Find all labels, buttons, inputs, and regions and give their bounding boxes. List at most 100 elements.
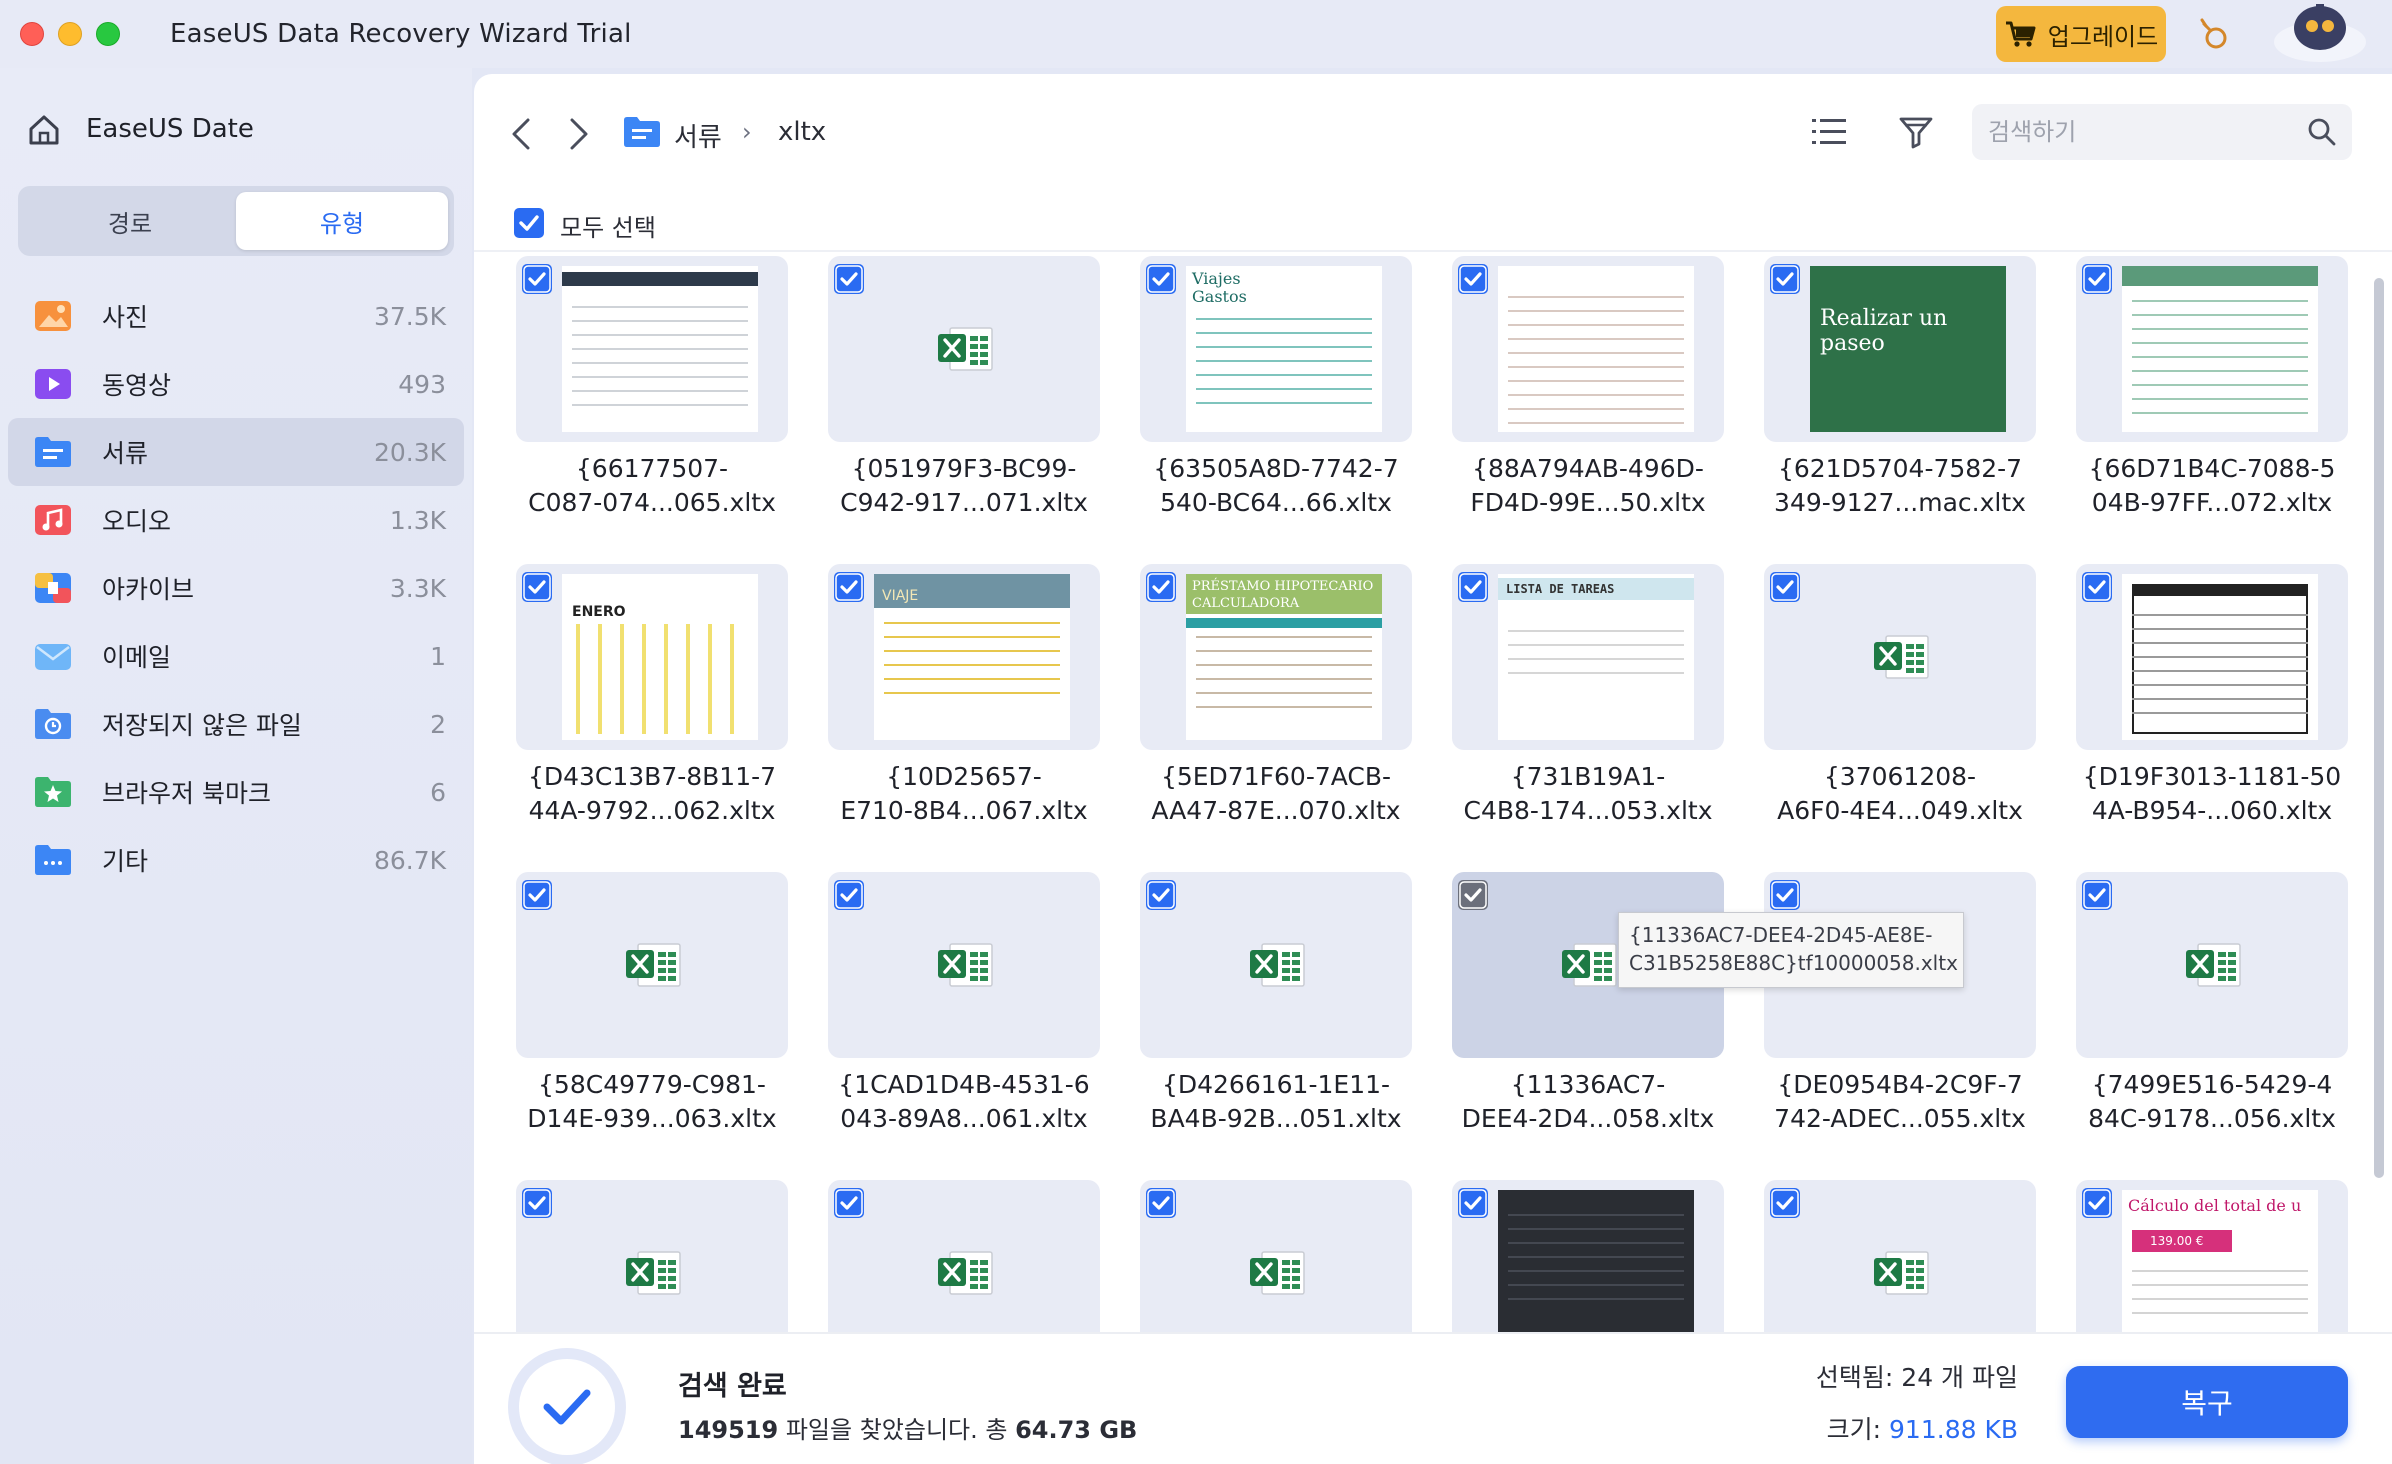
file-thumbnail[interactable] [516, 256, 788, 442]
forward-icon[interactable] [564, 114, 594, 154]
file-name: {10D25657- E710-8B4...067.xltx [808, 760, 1120, 828]
excel-file-icon [938, 943, 993, 987]
category-count: 86.7K [373, 845, 446, 875]
size-label: 크기: [1826, 1415, 1890, 1444]
file-checkbox[interactable] [834, 880, 864, 910]
tab-path[interactable]: 경로 [24, 192, 236, 250]
file-thumbnail[interactable] [2076, 872, 2348, 1058]
file-checkbox[interactable] [522, 572, 552, 602]
tooltip-line1: {11336AC7-DEE4-2D45-AE8E- [1629, 923, 1933, 947]
file-name: {D43C13B7-8B11-7 44A-9792...062.xltx [496, 760, 808, 828]
tab-type[interactable]: 유형 [236, 192, 448, 250]
file-thumbnail[interactable]: LISTA DE TAREAS [1452, 564, 1724, 750]
file-name: {5ED71F60-7ACB- AA47-87E...070.xltx [1120, 760, 1432, 828]
file-name: {66D71B4C-7088-5 04B-97FF...072.xltx [2056, 452, 2366, 520]
file-checkbox[interactable] [2082, 1188, 2112, 1218]
excel-file-icon [626, 943, 681, 987]
file-thumbnail[interactable] [516, 872, 788, 1058]
file-checkbox[interactable] [2082, 880, 2112, 910]
file-thumbnail[interactable] [828, 256, 1100, 442]
file-name-line2: C942-917...071.xltx [840, 488, 1088, 517]
category-photo[interactable]: 사진 37.5K [8, 282, 464, 350]
file-checkbox[interactable] [1770, 264, 1800, 294]
file-thumbnail[interactable] [2076, 564, 2348, 750]
file-thumbnail[interactable]: Realizar un paseo [1764, 256, 2036, 442]
category-document[interactable]: 서류 20.3K [8, 418, 464, 486]
file-checkbox[interactable] [522, 1188, 552, 1218]
breadcrumb-xltx[interactable]: xltx [778, 117, 826, 147]
category-archive[interactable]: 아카이브 3.3K [8, 554, 464, 622]
file-checkbox[interactable] [1770, 572, 1800, 602]
file-thumbnail[interactable] [2076, 256, 2348, 442]
excel-file-icon [938, 1251, 993, 1295]
file-checkbox[interactable] [1146, 1188, 1176, 1218]
scrollbar[interactable] [2374, 278, 2384, 1178]
filter-icon[interactable] [1898, 114, 1934, 150]
category-video[interactable]: 동영상 493 [8, 350, 464, 418]
file-checkbox[interactable] [522, 264, 552, 294]
list-view-icon[interactable] [1810, 114, 1848, 150]
file-checkbox[interactable] [2082, 572, 2112, 602]
breadcrumb-documents[interactable]: 서류 [674, 117, 722, 154]
file-thumbnail[interactable]: Viajes Gastos [1140, 256, 1412, 442]
category-audio[interactable]: 오디오 1.3K [8, 486, 464, 554]
category-unsaved[interactable]: 저장되지 않은 파일 2 [8, 690, 464, 758]
upgrade-button[interactable]: 업그레이드 [1996, 6, 2166, 62]
file-thumbnail[interactable] [1452, 256, 1724, 442]
file-checkbox[interactable] [1458, 880, 1488, 910]
file-thumbnail[interactable] [1140, 872, 1412, 1058]
search-input[interactable] [1988, 112, 2288, 152]
minimize-window-button[interactable] [58, 22, 82, 46]
file-name: {1CAD1D4B-4531-6 043-89A8...061.xltx [808, 1068, 1120, 1136]
file-checkbox[interactable] [834, 572, 864, 602]
file-thumbnail[interactable]: ENERO [516, 564, 788, 750]
file-checkbox[interactable] [522, 880, 552, 910]
file-preview [2122, 574, 2318, 740]
file-name: {051979F3-BC99- C942-917...071.xltx [808, 452, 1120, 520]
file-name-line2: C087-074...065.xltx [528, 488, 776, 517]
zoom-window-button[interactable] [96, 22, 120, 46]
file-name: {621D5704-7582-7 349-9127...mac.xltx [1744, 452, 2056, 520]
file-name: {88A794AB-496D- FD4D-99E...50.xltx [1432, 452, 1744, 520]
file-checkbox[interactable] [834, 1188, 864, 1218]
file-name-line1: {D19F3013-1181-50 [2082, 762, 2342, 791]
file-name-line1: {37061208- [1823, 762, 1977, 791]
file-thumbnail[interactable] [1764, 564, 2036, 750]
main-panel: 서류 › xltx 모두 선택 {66177507- C087-074...065… [474, 74, 2392, 1464]
file-checkbox[interactable] [2082, 264, 2112, 294]
file-preview: PRÉSTAMO HIPOTECARIO CALCULADORA [1186, 574, 1382, 740]
file-checkbox[interactable] [1146, 572, 1176, 602]
file-name-line1: {051979F3-BC99- [851, 454, 1077, 483]
file-checkbox[interactable] [1458, 1188, 1488, 1218]
file-checkbox[interactable] [1458, 572, 1488, 602]
file-checkbox[interactable] [1146, 264, 1176, 294]
file-checkbox[interactable] [834, 264, 864, 294]
preview-text: LISTA DE TAREAS [1506, 582, 1615, 596]
file-checkbox[interactable] [1770, 880, 1800, 910]
file-name: {D4266161-1E11- BA4B-92B...051.xltx [1120, 1068, 1432, 1136]
file-thumbnail[interactable]: PRÉSTAMO HIPOTECARIO CALCULADORA [1140, 564, 1412, 750]
category-email[interactable]: 이메일 1 [8, 622, 464, 690]
home-icon[interactable] [26, 112, 62, 148]
file-name-line1: {5ED71F60-7ACB- [1160, 762, 1392, 791]
file-checkbox[interactable] [1458, 264, 1488, 294]
file-checkbox[interactable] [1770, 1188, 1800, 1218]
category-count: 1.3K [389, 505, 446, 535]
category-bookmark[interactable]: 브라우저 북마크 6 [8, 758, 464, 826]
category-other[interactable]: 기타 86.7K [8, 826, 464, 894]
file-checkbox[interactable] [1146, 880, 1176, 910]
sidebar: EaseUS Date 경로 유형 사진 37.5K 동영상 493 서류 20… [0, 68, 472, 1464]
search-icon[interactable] [2306, 116, 2338, 148]
close-window-button[interactable] [20, 22, 44, 46]
refresh-icon[interactable] [2196, 16, 2232, 52]
file-preview: LISTA DE TAREAS [1498, 574, 1694, 740]
file-thumbnail[interactable] [828, 872, 1100, 1058]
file-thumbnail[interactable]: VIAJE [828, 564, 1100, 750]
avatar-robot-icon[interactable] [2272, 2, 2368, 64]
recover-button[interactable]: 복구 [2066, 1366, 2348, 1438]
search-box [1972, 104, 2352, 160]
file-name-line1: {66D71B4C-7088-5 [2088, 454, 2336, 483]
select-all-checkbox[interactable] [514, 208, 544, 238]
file-name: {58C49779-C981- D14E-939...063.xltx [496, 1068, 808, 1136]
back-icon[interactable] [506, 114, 536, 154]
